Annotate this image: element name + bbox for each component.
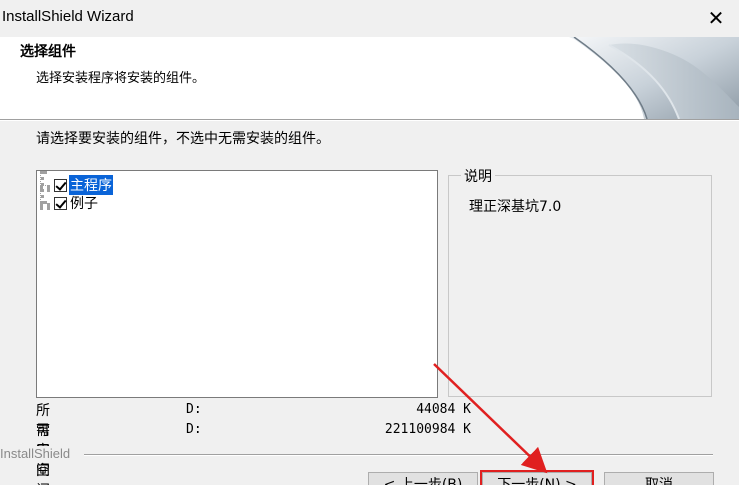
checkbox-checked[interactable] [54,178,67,192]
space-available-value: 221100984 K [384,422,471,437]
component-tree[interactable]: 主程序 例子 [36,170,438,398]
checkbox-checked[interactable] [54,196,67,210]
tree-connector [40,185,50,189]
wizard-header: 选择组件 选择安装程序将安装的组件。 [0,37,739,119]
tree-connector [40,203,50,207]
description-group: 说明 理正深基坑7.0 [448,166,712,397]
tree-item-label: 例子 [70,196,98,212]
instruction-text: 请选择要安装的组件，不选中无需安装的组件。 [36,131,330,147]
tree-item-main-program[interactable]: 主程序 [54,175,113,195]
space-required-value: 44084 K [416,402,471,417]
next-button[interactable]: 下一步(N) > [480,470,594,485]
brand-footer: InstallShield [0,446,739,462]
installshield-logo-graphic [569,37,739,119]
space-available-drive: D: [186,422,202,437]
header-divider [0,119,739,121]
brand-text: InstallShield [0,446,75,461]
close-button[interactable]: ✕ [693,0,739,37]
description-text: 理正深基坑7.0 [469,199,562,215]
cancel-button[interactable]: 取消 [604,472,714,485]
description-legend: 说明 [461,166,495,186]
footer-divider [84,454,713,456]
title-bar: InstallShield Wizard ✕ [0,0,739,37]
close-icon: ✕ [707,6,725,30]
tree-item-label: 主程序 [69,175,113,195]
back-button[interactable]: < 上一步(B) [368,472,478,485]
page-title: 选择组件 [20,44,76,60]
space-required-drive: D: [186,402,202,417]
page-subtitle: 选择安装程序将安装的组件。 [36,71,206,86]
tree-item-examples[interactable]: 例子 [54,194,99,212]
window-title: InstallShield Wizard [2,8,134,25]
